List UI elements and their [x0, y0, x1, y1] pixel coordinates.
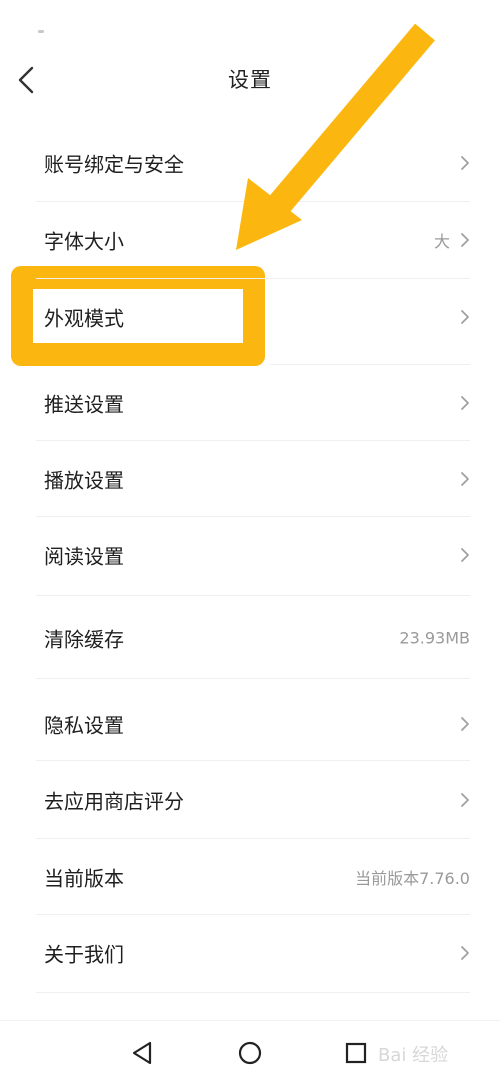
- settings-row-label: 清除缓存: [44, 627, 124, 652]
- settings-row-clear-cache[interactable]: 清除缓存 23.93MB: [0, 600, 500, 676]
- chevron-right-icon: [461, 396, 469, 410]
- divider: [36, 760, 470, 761]
- divider: [36, 595, 470, 596]
- chevron-right-icon: [461, 233, 469, 247]
- chevron-right-icon: [461, 156, 469, 170]
- triangle-back-icon: [132, 1041, 152, 1065]
- settings-row-label: 外观模式: [44, 306, 124, 331]
- settings-row-reading-settings[interactable]: 阅读设置: [0, 517, 500, 593]
- cache-size-value: 23.93MB: [399, 628, 470, 648]
- settings-row-label: 隐私设置: [44, 713, 124, 738]
- page-title: 设置: [228, 68, 272, 92]
- settings-row-label: 账号绑定与安全: [44, 152, 184, 177]
- status-bar-indicator: [38, 30, 44, 33]
- circle-home-icon: [238, 1041, 262, 1065]
- nav-back-button[interactable]: [128, 1037, 160, 1069]
- settings-row-label: 阅读设置: [44, 544, 124, 569]
- square-recents-icon: [345, 1042, 367, 1064]
- settings-row-playback-settings[interactable]: 播放设置: [0, 441, 500, 517]
- settings-row-appearance-mode[interactable]: 外观模式: [0, 279, 500, 355]
- settings-row-privacy-settings[interactable]: 隐私设置: [0, 686, 500, 762]
- chevron-right-icon: [461, 310, 469, 324]
- settings-row-label: 字体大小: [44, 229, 124, 254]
- settings-row-font-size[interactable]: 字体大小 大: [0, 202, 500, 278]
- chevron-right-icon: [461, 717, 469, 731]
- nav-recents-button[interactable]: [340, 1037, 372, 1069]
- chevron-right-icon: [461, 946, 469, 960]
- nav-home-button[interactable]: [234, 1037, 266, 1069]
- settings-row-label: 当前版本: [44, 866, 124, 891]
- version-value: 当前版本7.76.0: [355, 869, 470, 888]
- settings-row-account-security[interactable]: 账号绑定与安全: [0, 125, 500, 201]
- settings-row-push-settings[interactable]: 推送设置: [0, 365, 500, 441]
- system-nav-bar: [0, 1020, 500, 1085]
- chevron-right-icon: [461, 548, 469, 562]
- settings-row-value: 大: [433, 232, 450, 251]
- divider: [36, 992, 470, 993]
- chevron-right-icon: [461, 472, 469, 486]
- settings-row-label: 去应用商店评分: [44, 789, 184, 814]
- settings-row-about-us[interactable]: 关于我们: [0, 915, 500, 991]
- divider: [36, 678, 470, 679]
- settings-row-rate-in-store[interactable]: 去应用商店评分: [0, 762, 500, 838]
- settings-row-label: 推送设置: [44, 392, 124, 417]
- chevron-right-icon: [461, 793, 469, 807]
- settings-row-current-version[interactable]: 当前版本 当前版本7.76.0: [0, 839, 500, 915]
- settings-row-label: 播放设置: [44, 468, 124, 493]
- header-bar: 设置: [0, 40, 500, 120]
- settings-row-label: 关于我们: [44, 942, 124, 967]
